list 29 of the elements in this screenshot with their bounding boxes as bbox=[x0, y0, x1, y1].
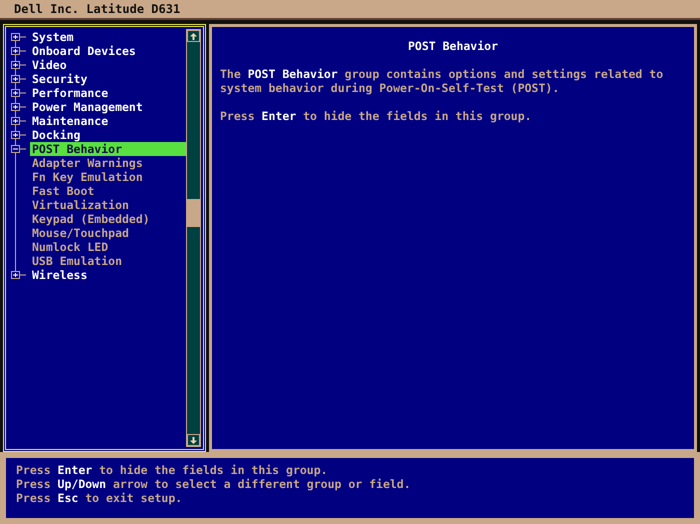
tree-group[interactable]: Maintenance bbox=[30, 114, 110, 128]
tree-group[interactable]: Video bbox=[30, 58, 69, 72]
scroll-thumb[interactable] bbox=[187, 199, 200, 227]
tree-group[interactable]: Wireless bbox=[30, 268, 90, 282]
help-text: Press Up/Down arrow to select a different group or field. bbox=[16, 477, 412, 491]
tree-group[interactable]: Security bbox=[30, 72, 90, 86]
tree-group[interactable]: Power Management bbox=[30, 100, 145, 114]
tree-item[interactable]: Fn Key Emulation bbox=[30, 170, 145, 184]
tree-item[interactable]: Numlock LED bbox=[30, 240, 110, 254]
tree-group[interactable]: POST Behavior bbox=[30, 142, 186, 156]
scroll-up-icon[interactable] bbox=[187, 30, 200, 42]
scrollbar[interactable] bbox=[186, 29, 201, 447]
tree-item[interactable]: Mouse/Touchpad bbox=[30, 226, 131, 240]
tree-group[interactable]: Docking bbox=[30, 128, 82, 142]
window-title: Dell Inc. Latitude D631 bbox=[14, 2, 180, 16]
scroll-down-icon[interactable] bbox=[187, 434, 200, 446]
tree-item[interactable]: Adapter Warnings bbox=[30, 156, 145, 170]
tree-item[interactable]: Fast Boot bbox=[30, 184, 96, 198]
detail-text: The POST Behavior group contains options and settings related to system behavior during Power-On-Self-Test (POST). bbox=[220, 67, 664, 95]
tree-item[interactable]: USB Emulation bbox=[30, 254, 124, 268]
tree-item[interactable]: Virtualization bbox=[30, 198, 131, 212]
help-text: Press Enter to hide the fields in this group. bbox=[16, 463, 329, 477]
tree-group[interactable]: Performance bbox=[30, 86, 110, 100]
help-text: Press Esc to exit setup. bbox=[16, 491, 184, 505]
detail-text: Press Enter to hide the fields in this group. bbox=[220, 109, 533, 123]
tree-group[interactable]: System bbox=[30, 30, 76, 44]
tree-item[interactable]: Keypad (Embedded) bbox=[30, 212, 152, 226]
tree-group[interactable]: Onboard Devices bbox=[30, 44, 138, 58]
detail-heading: POST Behavior bbox=[406, 39, 499, 53]
